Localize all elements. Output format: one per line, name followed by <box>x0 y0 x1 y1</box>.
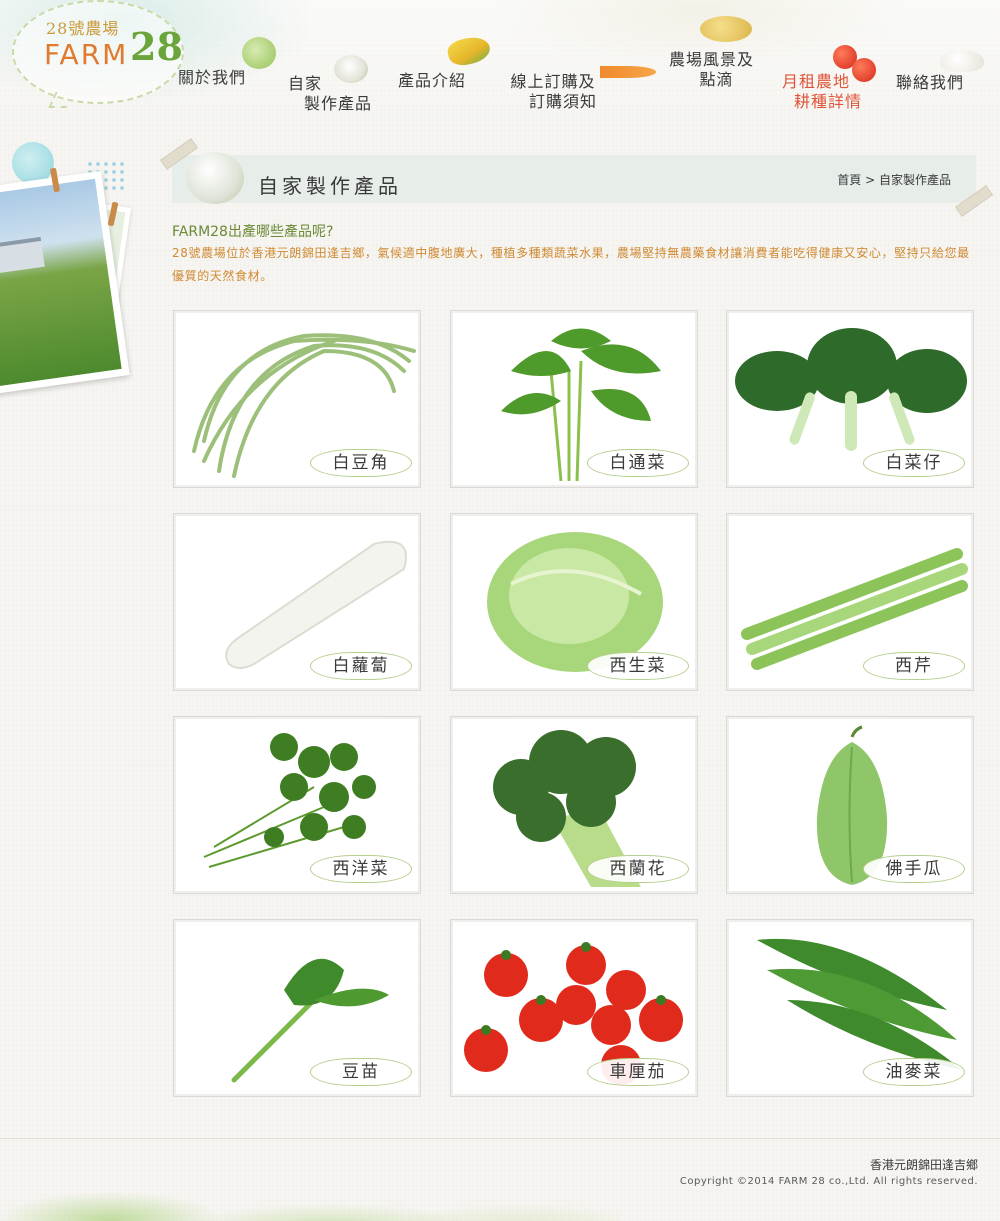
breadcrumb-home-link[interactable]: 首頁 <box>837 173 861 187</box>
product-card[interactable]: 佛手瓜 <box>726 716 974 894</box>
nav-scenery-line2: 點滴 <box>699 70 734 89</box>
footer-copyright: Copyright ©2014 FARM 28 co.,Ltd. All rig… <box>679 1176 978 1187</box>
cauliflower-icon-large <box>186 152 244 204</box>
product-label: 白通菜 <box>587 449 689 477</box>
nav-rental-line2: 耕種詳情 <box>794 92 863 111</box>
nav-contact-label: 聯絡我們 <box>896 73 965 92</box>
nav-order[interactable]: 線上訂購及 訂購須知 <box>509 72 597 112</box>
nav-homemade-line2: 製作產品 <box>304 94 373 113</box>
logo-subtitle: 28號農場 <box>46 19 120 38</box>
product-label: 油麥菜 <box>863 1058 965 1086</box>
product-label: 白蘿蔔 <box>310 652 412 680</box>
footer-grass-decoration <box>0 1150 620 1221</box>
product-card[interactable]: 西生菜 <box>450 513 698 691</box>
logo-text: FARM <box>44 38 129 71</box>
nav-contact[interactable]: 聯絡我們 <box>896 73 964 93</box>
product-label: 西生菜 <box>587 652 689 680</box>
intro-text: 28號農場位於香港元朗錦田逢吉鄉，氣候適中腹地廣大，種植多種類蔬菜水果，農場堅持… <box>172 246 970 283</box>
nav-rental-line1: 月租農地 <box>782 72 851 91</box>
footer-address: 香港元朗錦田逢吉鄉 <box>869 1158 978 1172</box>
nav-scenery-line1: 農場風景及 <box>669 50 755 69</box>
product-label: 豆苗 <box>310 1058 412 1086</box>
product-card[interactable]: 西芹 <box>726 513 974 691</box>
intro-question: FARM28出產哪些產品呢? <box>172 224 334 240</box>
nav-products[interactable]: 產品介紹 <box>398 71 466 91</box>
product-card[interactable]: 油麥菜 <box>726 919 974 1097</box>
product-card[interactable]: 西蘭花 <box>450 716 698 894</box>
potato-icon <box>700 16 752 42</box>
nav-about[interactable]: 關於我們 <box>178 68 246 88</box>
product-card[interactable]: 白菜仔 <box>726 310 974 488</box>
nav-homemade[interactable]: 自家 製作產品 <box>288 74 372 114</box>
nav-products-label: 產品介紹 <box>398 71 467 90</box>
nav-rental-farmland[interactable]: 月租農地 耕種詳情 <box>770 72 862 112</box>
garlic-icon <box>940 50 984 72</box>
product-card[interactable]: 西洋菜 <box>173 716 421 894</box>
product-label: 車厘茄 <box>587 1058 689 1086</box>
product-card[interactable]: 白通菜 <box>450 310 698 488</box>
product-label: 西洋菜 <box>310 855 412 883</box>
product-label: 白菜仔 <box>863 449 965 477</box>
logo[interactable]: 28號農場 FARM 28 <box>12 0 184 104</box>
nav-scenery[interactable]: 農場風景及 點滴 <box>669 50 754 90</box>
cabbage-icon <box>242 37 276 69</box>
nav-about-label: 關於我們 <box>178 68 247 87</box>
breadcrumb-current: 自家製作產品 <box>878 173 951 187</box>
carrot-icon <box>600 66 656 78</box>
breadcrumb-separator: > <box>861 173 879 187</box>
product-card[interactable]: 車厘茄 <box>450 919 698 1097</box>
product-label: 西芹 <box>863 652 965 680</box>
product-card[interactable]: 白蘿蔔 <box>173 513 421 691</box>
breadcrumb: 首頁 > 自家製作產品 <box>837 171 951 188</box>
nav-order-line1: 線上訂購及 <box>510 72 596 91</box>
product-card[interactable]: 豆苗 <box>173 919 421 1097</box>
product-label: 西蘭花 <box>587 855 689 883</box>
farm-house-image <box>0 236 45 275</box>
product-label: 佛手瓜 <box>863 855 965 883</box>
logo-number: 28 <box>130 24 183 69</box>
nav-homemade-line1: 自家 <box>288 74 323 93</box>
product-card[interactable]: 白豆角 <box>173 310 421 488</box>
nav-order-line2: 訂購須知 <box>529 92 598 111</box>
product-label: 白豆角 <box>310 449 412 477</box>
footer-divider <box>0 1138 1000 1139</box>
page-title: 自家製作產品 <box>258 174 402 198</box>
